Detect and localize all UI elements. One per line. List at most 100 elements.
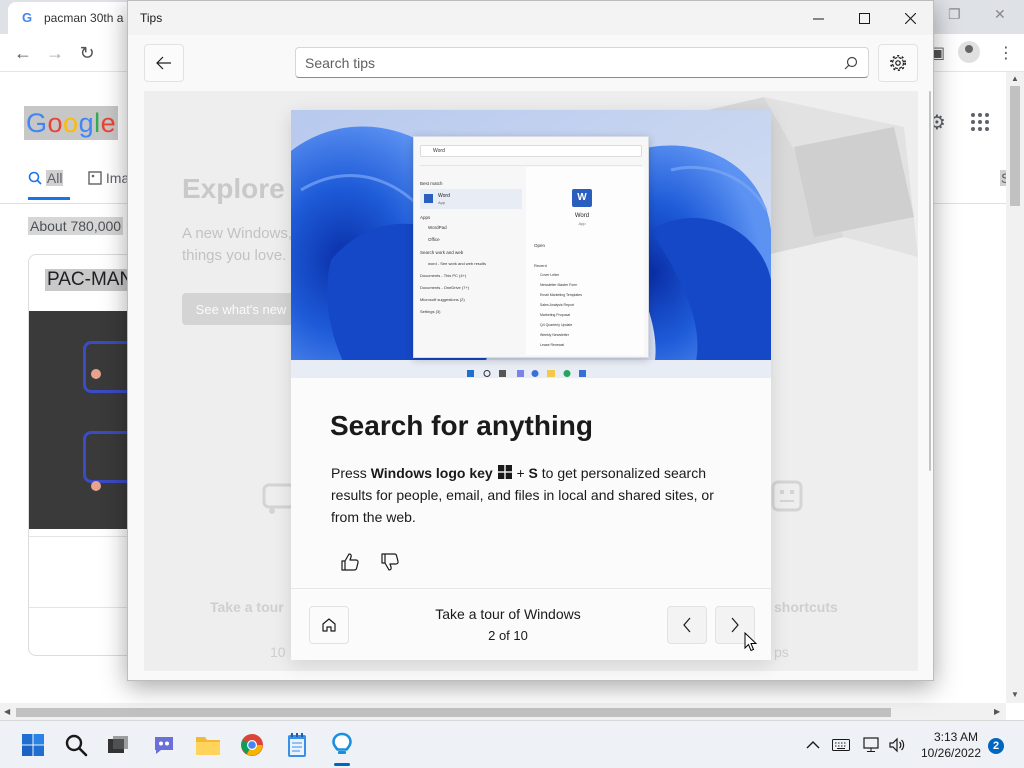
chrome-menu-icon[interactable]: ⋮ xyxy=(998,43,1014,63)
mouse-cursor-icon xyxy=(744,632,758,652)
preview-sub: App xyxy=(578,221,586,226)
scroll-down-icon[interactable]: ▼ xyxy=(1011,690,1019,699)
flyout-preview-pane: W Word App Open Recent Cover Letter News… xyxy=(526,167,644,355)
search-tab-all[interactable]: All xyxy=(28,170,64,186)
desc-text: Press xyxy=(331,465,371,481)
search-tips-input[interactable] xyxy=(305,53,825,73)
search-tab-label: Ima xyxy=(105,170,130,186)
background-tile-label: shortcuts xyxy=(774,599,838,615)
page-vertical-scrollbar[interactable]: ▲ ▼ xyxy=(1006,72,1024,703)
knowledge-card-title[interactable]: PAC-MAN xyxy=(45,269,136,291)
clock-time[interactable]: 3:13 AM xyxy=(930,730,982,744)
tips-scrollbar[interactable] xyxy=(928,91,933,471)
window-title: Tips xyxy=(140,11,163,25)
search-tab-images[interactable]: Ima xyxy=(88,170,129,186)
teams-chat-icon xyxy=(155,737,173,754)
page-indicator: 2 of 10 xyxy=(488,628,528,643)
word-large-icon: W xyxy=(572,189,592,207)
word-icon xyxy=(424,194,433,203)
taskbar: 3:13 AM 10/26/2022 2 xyxy=(0,720,1024,768)
scroll-left-icon[interactable]: ◀ xyxy=(4,707,10,716)
windows-logo-icon xyxy=(497,465,512,479)
network-icon xyxy=(863,737,879,752)
task-view-icon xyxy=(108,736,128,753)
clock-date[interactable]: 10/26/2022 xyxy=(918,746,984,760)
tips-window: Tips Explore W A new Windows, thing xyxy=(127,0,934,681)
tab-title: pacman 30th an xyxy=(44,11,124,25)
result-stats: About 780,000 xyxy=(28,217,124,235)
volume-tray-button[interactable] xyxy=(887,735,907,755)
keyboard-tray-button[interactable] xyxy=(831,735,851,755)
google-favicon-icon: G xyxy=(22,10,33,25)
desc-key-s: S xyxy=(528,465,538,481)
page-horizontal-scrollbar[interactable]: ◀ ▶ xyxy=(0,703,1006,720)
chevron-left-icon xyxy=(683,617,691,633)
settings-button[interactable] xyxy=(878,44,918,82)
title-bar: Tips xyxy=(128,1,933,35)
close-button[interactable] xyxy=(887,1,933,35)
mini-taskbar xyxy=(467,366,597,378)
recent-item: Lease Renewal xyxy=(540,343,565,347)
divider xyxy=(291,588,771,589)
scrollbar-thumb[interactable] xyxy=(1010,86,1020,206)
show-hidden-icons-button[interactable] xyxy=(803,735,823,755)
notification-badge[interactable]: 2 xyxy=(988,738,1004,754)
chrome-button[interactable] xyxy=(236,729,268,761)
background-tile-label: Take a tour xyxy=(210,599,284,615)
thumbs-down-icon xyxy=(381,553,399,571)
notepad-button[interactable] xyxy=(281,729,313,761)
browser-back-icon[interactable]: ← xyxy=(12,42,34,64)
scrollbar-thumb[interactable] xyxy=(929,91,931,471)
maximize-button[interactable] xyxy=(841,1,887,35)
logo-letter: o xyxy=(47,108,64,138)
logo-letter: o xyxy=(63,108,79,138)
thumbs-up-icon xyxy=(341,553,359,571)
task-view-button[interactable] xyxy=(102,729,134,761)
search-icon xyxy=(65,734,88,757)
flyout-search-box: Word xyxy=(420,145,642,157)
restore-icon[interactable]: ❐ xyxy=(948,6,961,23)
see-whats-new-button[interactable]: See what's new xyxy=(182,293,300,325)
pellet-dot xyxy=(91,481,101,491)
doc-result: Documents - This PC (4+) xyxy=(420,273,467,278)
keyboard-icon xyxy=(771,480,803,512)
profile-avatar[interactable] xyxy=(958,41,980,63)
google-apps-icon[interactable] xyxy=(970,112,990,132)
background-subtext: A new Windows, things you love. xyxy=(182,225,293,264)
reload-icon[interactable]: ↻ xyxy=(76,42,98,64)
back-button[interactable] xyxy=(144,44,184,82)
recent-item: Email Marketing Templates xyxy=(540,293,582,297)
close-icon[interactable]: ✕ xyxy=(994,6,1006,23)
arrow-left-icon xyxy=(156,56,171,70)
tour-title: Take a tour of Windows xyxy=(435,606,581,622)
best-match-item: Word App xyxy=(420,189,522,209)
tips-app-button[interactable] xyxy=(326,729,358,761)
previous-button[interactable] xyxy=(667,606,707,644)
start-button[interactable] xyxy=(17,729,49,761)
mini-taskbar-icons xyxy=(467,370,586,377)
taskbar-search-button[interactable] xyxy=(60,729,92,761)
thumbs-down-button[interactable] xyxy=(376,548,404,576)
browser-forward-icon[interactable]: → xyxy=(44,42,66,64)
volume-icon xyxy=(889,737,905,753)
minimize-button[interactable] xyxy=(795,1,841,35)
tip-heading: Search for anything xyxy=(330,410,593,441)
search-icon[interactable] xyxy=(844,56,858,70)
gear-icon xyxy=(890,55,906,71)
tip-description: Press Windows logo key + S to get person… xyxy=(331,462,731,528)
google-logo[interactable]: Google xyxy=(24,106,119,140)
thumbs-up-button[interactable] xyxy=(336,548,364,576)
teams-chat-button[interactable] xyxy=(148,729,180,761)
apps-label: Apps xyxy=(420,215,431,220)
file-explorer-button[interactable] xyxy=(192,729,224,761)
network-tray-button[interactable] xyxy=(862,735,882,755)
scrollbar-thumb[interactable] xyxy=(16,708,891,717)
scroll-right-icon[interactable]: ▶ xyxy=(994,707,1000,716)
best-match-name: Word xyxy=(438,193,450,199)
scroll-up-icon[interactable]: ▲ xyxy=(1011,74,1019,83)
search-tips-box[interactable] xyxy=(295,47,869,78)
web-label: Search work and web xyxy=(420,250,464,255)
tip-body: Search for anything Press Windows logo k… xyxy=(291,378,771,660)
recent-item: Newsletter Master Form xyxy=(540,283,578,287)
notepad-icon xyxy=(288,733,306,757)
